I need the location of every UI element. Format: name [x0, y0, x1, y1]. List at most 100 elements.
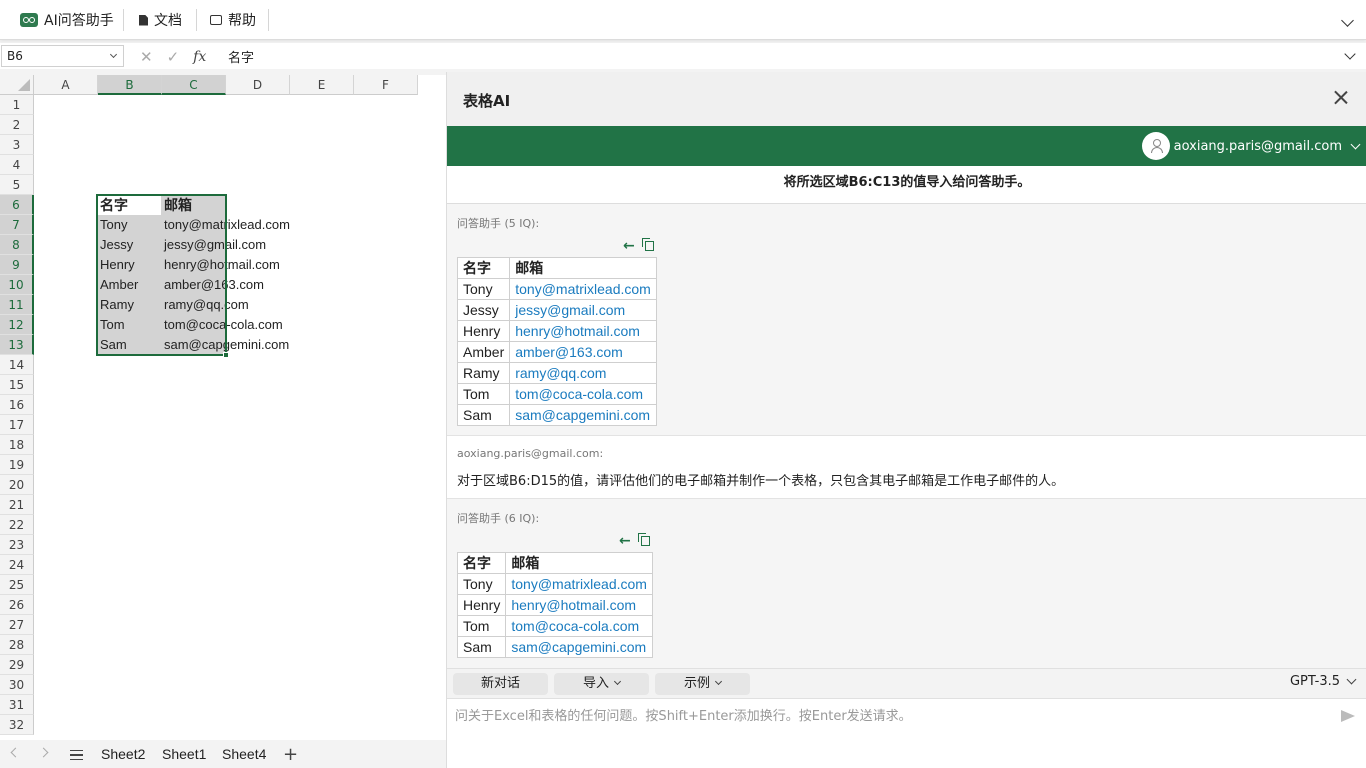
- chevron-down-icon[interactable]: [109, 50, 118, 59]
- row-header[interactable]: 13: [0, 335, 34, 355]
- chat-input[interactable]: [455, 705, 1325, 733]
- name-cell: Henry: [456, 320, 511, 342]
- insert-function-icon[interactable]: fx: [193, 49, 206, 65]
- name-cell: Henry: [456, 594, 507, 616]
- email-link[interactable]: ramy@qq.com: [509, 362, 658, 384]
- email-link[interactable]: tony@matrixlead.com: [509, 278, 658, 300]
- row-header[interactable]: 4: [0, 155, 34, 175]
- add-sheet-button[interactable]: +: [283, 744, 298, 765]
- email-link[interactable]: sam@capgemini.com: [509, 404, 658, 426]
- docs-button[interactable]: 文档: [139, 7, 182, 33]
- row-header[interactable]: 31: [0, 695, 34, 715]
- row-header[interactable]: 28: [0, 635, 34, 655]
- copy-icon[interactable]: [637, 533, 650, 546]
- email-link[interactable]: tom@coca-cola.com: [509, 383, 658, 405]
- email-link[interactable]: sam@capgemini.com: [505, 636, 654, 658]
- chat-help-icon: [210, 15, 222, 25]
- column-header[interactable]: E: [290, 75, 354, 95]
- cancel-icon[interactable]: ✕: [140, 48, 153, 66]
- email-link[interactable]: jessy@gmail.com: [509, 299, 658, 321]
- docs-label: 文档: [154, 13, 182, 29]
- examples-label: 示例: [683, 676, 710, 691]
- row-header[interactable]: 24: [0, 555, 34, 575]
- row-header[interactable]: 10: [0, 275, 34, 295]
- tab-sheet2[interactable]: Sheet2: [101, 746, 145, 762]
- name-cell: Sam: [456, 404, 511, 426]
- examples-button[interactable]: 示例: [655, 673, 750, 695]
- row-header[interactable]: 16: [0, 395, 34, 415]
- formula-input[interactable]: 名字: [228, 47, 254, 66]
- row-header[interactable]: 25: [0, 575, 34, 595]
- new-chat-button[interactable]: 新对话: [453, 673, 548, 695]
- row-header[interactable]: 5: [0, 175, 34, 195]
- tab-sheet1[interactable]: Sheet1: [162, 746, 206, 762]
- name-box[interactable]: B6: [1, 45, 124, 67]
- send-icon[interactable]: [1341, 710, 1355, 722]
- row-header[interactable]: 18: [0, 435, 34, 455]
- row-header[interactable]: 23: [0, 535, 34, 555]
- row-header[interactable]: 12: [0, 315, 34, 335]
- user-email: aoxiang.paris@gmail.com: [1173, 138, 1342, 154]
- insert-back-icon[interactable]: ←: [619, 533, 631, 549]
- user-message: aoxiang.paris@gmail.com: 对于区域B6:D15的值，请评…: [447, 435, 1366, 499]
- column-header[interactable]: A: [34, 75, 98, 95]
- spreadsheet-grid[interactable]: ABCDEF 1 2 3 4 5 6 7 8 9 10 11 12 13 14 15 16 17 18 19 20 21…: [0, 75, 446, 740]
- ai-assistant-button[interactable]: AI问答助手: [20, 7, 114, 33]
- expand-formula-icon[interactable]: [1344, 48, 1356, 60]
- email-link[interactable]: tony@matrixlead.com: [505, 573, 654, 595]
- next-sheet-icon[interactable]: [38, 747, 49, 758]
- name-cell: Tom: [456, 383, 511, 405]
- row-header[interactable]: 19: [0, 455, 34, 475]
- confirm-icon[interactable]: ✓: [167, 48, 180, 66]
- column-header[interactable]: C: [162, 75, 226, 95]
- row-header[interactable]: 9: [0, 255, 34, 275]
- table-row: Tony tony@matrixlead.com: [456, 573, 654, 595]
- model-select[interactable]: GPT-3.5: [1290, 674, 1357, 689]
- row-header[interactable]: 15: [0, 375, 34, 395]
- row-header[interactable]: 6: [0, 195, 34, 215]
- sheet-list-icon[interactable]: [70, 750, 83, 760]
- row-header[interactable]: 21: [0, 495, 34, 515]
- help-button[interactable]: 帮助: [210, 7, 256, 33]
- chevron-down-icon: [1346, 674, 1357, 685]
- table-row: Tom tom@coca-cola.com: [456, 615, 654, 637]
- row-header[interactable]: 14: [0, 355, 34, 375]
- row-header[interactable]: 20: [0, 475, 34, 495]
- name-cell: Amber: [456, 341, 511, 363]
- row-header[interactable]: 17: [0, 415, 34, 435]
- row-header[interactable]: 27: [0, 615, 34, 635]
- row-header[interactable]: 1: [0, 95, 34, 115]
- ribbon-collapse-icon[interactable]: [1341, 14, 1354, 27]
- email-link[interactable]: tom@coca-cola.com: [505, 615, 654, 637]
- row-header[interactable]: 11: [0, 295, 34, 315]
- close-icon[interactable]: [1333, 90, 1349, 106]
- select-all-corner[interactable]: [0, 75, 34, 95]
- ribbon-divider: [268, 9, 269, 31]
- email-link[interactable]: amber@163.com: [509, 341, 658, 363]
- table-row: Tony tony@matrixlead.com: [456, 278, 658, 300]
- account-menu[interactable]: aoxiang.paris@gmail.com: [1141, 132, 1361, 160]
- column-header[interactable]: F: [354, 75, 418, 95]
- row-header[interactable]: 32: [0, 715, 34, 735]
- email-link[interactable]: henry@hotmail.com: [509, 320, 658, 342]
- import-button[interactable]: 导入: [554, 673, 649, 695]
- row-header[interactable]: 22: [0, 515, 34, 535]
- copy-icon[interactable]: [641, 238, 654, 251]
- fill-handle[interactable]: [223, 352, 229, 358]
- insert-back-icon[interactable]: ←: [623, 238, 635, 254]
- row-header[interactable]: 3: [0, 135, 34, 155]
- tab-sheet4[interactable]: Sheet4: [222, 746, 266, 762]
- row-header[interactable]: 7: [0, 215, 34, 235]
- column-header[interactable]: B: [98, 75, 162, 95]
- row-header[interactable]: 29: [0, 655, 34, 675]
- prev-sheet-icon[interactable]: [10, 747, 21, 758]
- table-header: 名字: [456, 257, 511, 279]
- row-header[interactable]: 30: [0, 675, 34, 695]
- table-row: Amber amber@163.com: [456, 341, 658, 363]
- row-header[interactable]: 26: [0, 595, 34, 615]
- help-label: 帮助: [228, 13, 256, 29]
- email-link[interactable]: henry@hotmail.com: [505, 594, 654, 616]
- column-header[interactable]: D: [226, 75, 290, 95]
- row-header[interactable]: 2: [0, 115, 34, 135]
- row-header[interactable]: 8: [0, 235, 34, 255]
